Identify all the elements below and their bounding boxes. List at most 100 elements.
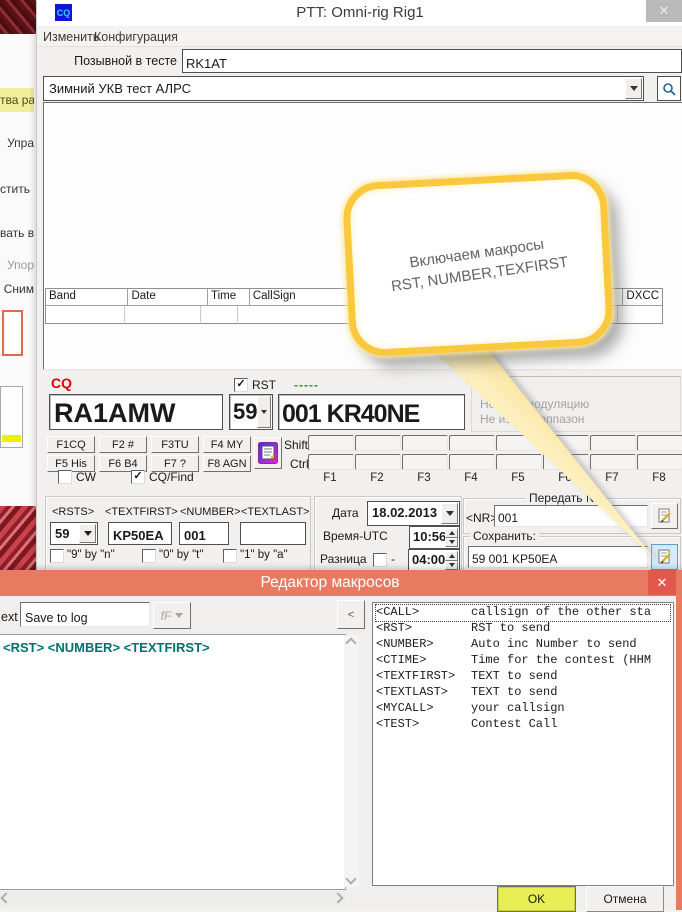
f4my-button[interactable]: F4 MY xyxy=(203,436,251,453)
contest-combobox[interactable]: Зимний УКВ тест АЛРС xyxy=(43,76,644,101)
ctrl-f-slot[interactable] xyxy=(637,454,682,470)
list-item[interactable]: <CTIME>Time for the contest (HHM xyxy=(376,653,670,669)
call-entry-input[interactable] xyxy=(50,395,230,431)
col-header-date[interactable]: Date xyxy=(128,289,208,305)
sub0t-checkbox[interactable] xyxy=(142,549,156,563)
shift-f-slot[interactable] xyxy=(449,435,495,451)
nr-input[interactable] xyxy=(495,506,653,530)
ctrl-f-slot[interactable] xyxy=(496,454,542,470)
save-field[interactable] xyxy=(468,546,648,568)
spin-up-icon[interactable] xyxy=(445,528,458,538)
editor-close-button[interactable]: ✕ xyxy=(648,570,676,595)
shift-f-slot[interactable] xyxy=(402,435,448,451)
number-input[interactable] xyxy=(180,523,236,548)
collapse-button[interactable]: < xyxy=(337,600,365,629)
macro-text-input[interactable] xyxy=(0,635,353,899)
textlast-input[interactable] xyxy=(241,523,313,548)
ctrl-f-slot[interactable] xyxy=(355,454,401,470)
chevron-down-icon[interactable] xyxy=(79,524,96,543)
scroll-left-icon[interactable] xyxy=(0,892,11,903)
nr-edit-button[interactable] xyxy=(651,503,678,529)
diff-checkbox[interactable] xyxy=(373,553,387,567)
callsign-field[interactable] xyxy=(182,49,682,73)
rst-checkbox[interactable]: ✓ xyxy=(234,378,248,392)
col-header-band[interactable]: Band xyxy=(46,289,128,305)
chevron-down-icon[interactable] xyxy=(257,396,271,428)
font-button[interactable]: fF xyxy=(153,602,191,629)
editor-hscrollbar[interactable] xyxy=(0,890,346,905)
spin-down-icon[interactable] xyxy=(445,561,458,571)
list-item[interactable]: <MYCALL>your callsign xyxy=(376,701,670,717)
shift-f-slot[interactable] xyxy=(355,435,401,451)
chevron-down-icon[interactable] xyxy=(441,503,458,524)
shift-f-slot[interactable] xyxy=(308,435,354,451)
ribbon-item-manage[interactable]: Упра xyxy=(0,136,34,150)
save-input[interactable] xyxy=(469,547,653,571)
window-thumbnail[interactable] xyxy=(0,386,23,448)
ctrl-f-slot[interactable] xyxy=(590,454,636,470)
shift-f-slot[interactable] xyxy=(637,435,682,451)
ctrl-f-slot[interactable] xyxy=(543,454,589,470)
macro-text-area[interactable] xyxy=(0,634,346,890)
exchange-entry-input[interactable] xyxy=(279,395,470,433)
list-item[interactable]: <NUMBER>Auto inc Number to send xyxy=(376,637,670,653)
ribbon-highlight-item[interactable]: тва раб xyxy=(0,88,34,112)
call-entry-field[interactable] xyxy=(49,394,223,430)
macro-listbox[interactable]: <CALL>callsign of the other sta <RST>RST… xyxy=(372,602,674,886)
date-combobox[interactable]: 18.02.2013 xyxy=(367,501,460,526)
rsts-combobox[interactable]: 59 xyxy=(50,522,98,545)
diff-spinner[interactable]: 04:00 xyxy=(408,549,460,572)
ribbon-item-organize[interactable]: Упор xyxy=(0,258,34,272)
macro-name-input[interactable] xyxy=(21,603,157,632)
list-item[interactable]: <TEST>Contest Call xyxy=(376,717,670,733)
macro-name-field[interactable] xyxy=(20,602,150,627)
ctrl-f-slot[interactable] xyxy=(402,454,448,470)
f2-button[interactable]: F2 # xyxy=(99,436,147,453)
ctrl-f-slot[interactable] xyxy=(308,454,354,470)
f1cq-button[interactable]: F1CQ xyxy=(47,436,95,453)
editor-vscrollbar[interactable] xyxy=(344,635,359,887)
ctrl-f-slot[interactable] xyxy=(449,454,495,470)
shift-f-slot[interactable] xyxy=(543,435,589,451)
textfirst-field[interactable] xyxy=(108,522,172,545)
sub9n-checkbox[interactable] xyxy=(50,549,64,563)
macro-editor-button[interactable] xyxy=(254,437,282,469)
f8agn-button[interactable]: F8 AGN xyxy=(203,455,251,472)
number-field[interactable] xyxy=(179,522,229,545)
shift-f-slot[interactable] xyxy=(496,435,542,451)
menu-item-config[interactable]: Конфигурация xyxy=(94,30,178,44)
textlast-field[interactable] xyxy=(240,522,306,545)
ok-button[interactable]: OK xyxy=(497,886,576,912)
col-header-dxcc[interactable]: DXCC xyxy=(623,289,662,305)
utc-spinner[interactable]: 10:56 xyxy=(409,526,460,549)
list-item[interactable]: <TEXTFIRST>TEXT to send xyxy=(376,669,670,685)
cw-checkbox[interactable] xyxy=(58,470,72,484)
exchange-entry-field[interactable] xyxy=(278,394,465,430)
spin-up-icon[interactable] xyxy=(445,551,458,561)
close-button[interactable]: ✕ xyxy=(646,0,682,22)
col-header-time[interactable]: Time xyxy=(208,289,250,305)
callsign-input[interactable] xyxy=(183,50,682,76)
sub1a-checkbox[interactable] xyxy=(223,549,237,563)
shift-f-slot[interactable] xyxy=(590,435,636,451)
list-item[interactable]: <TEXTLAST>TEXT to send xyxy=(376,685,670,701)
list-item[interactable]: <RST>RST to send xyxy=(376,621,670,637)
cqfind-checkbox[interactable]: ✓ xyxy=(131,470,145,484)
cancel-button[interactable]: Отмена xyxy=(586,886,664,912)
spin-down-icon[interactable] xyxy=(445,538,458,548)
menu-item-edit[interactable]: Изменить xyxy=(43,30,99,44)
scroll-down-icon[interactable] xyxy=(345,873,356,884)
ribbon-item-copy[interactable]: вать в xyxy=(0,226,34,240)
ribbon-item-snapshot[interactable]: Сним xyxy=(0,282,34,296)
ptt-titlebar[interactable]: CQ PTT: Omni-rig Rig1 ✕ xyxy=(37,0,682,26)
textfirst-input[interactable] xyxy=(109,523,179,548)
scroll-up-icon[interactable] xyxy=(345,637,356,648)
ribbon-item-move[interactable]: стить в xyxy=(0,182,34,196)
rst-combobox[interactable]: 59 xyxy=(229,394,273,430)
f3tu-button[interactable]: F3TU xyxy=(151,436,199,453)
chevron-down-icon[interactable] xyxy=(625,78,642,99)
list-item[interactable]: <CALL>callsign of the other sta xyxy=(376,605,670,621)
search-button[interactable] xyxy=(657,76,681,101)
editor-titlebar[interactable]: Редактор макросов ✕ xyxy=(0,570,682,596)
window-thumbnail[interactable] xyxy=(2,310,23,356)
